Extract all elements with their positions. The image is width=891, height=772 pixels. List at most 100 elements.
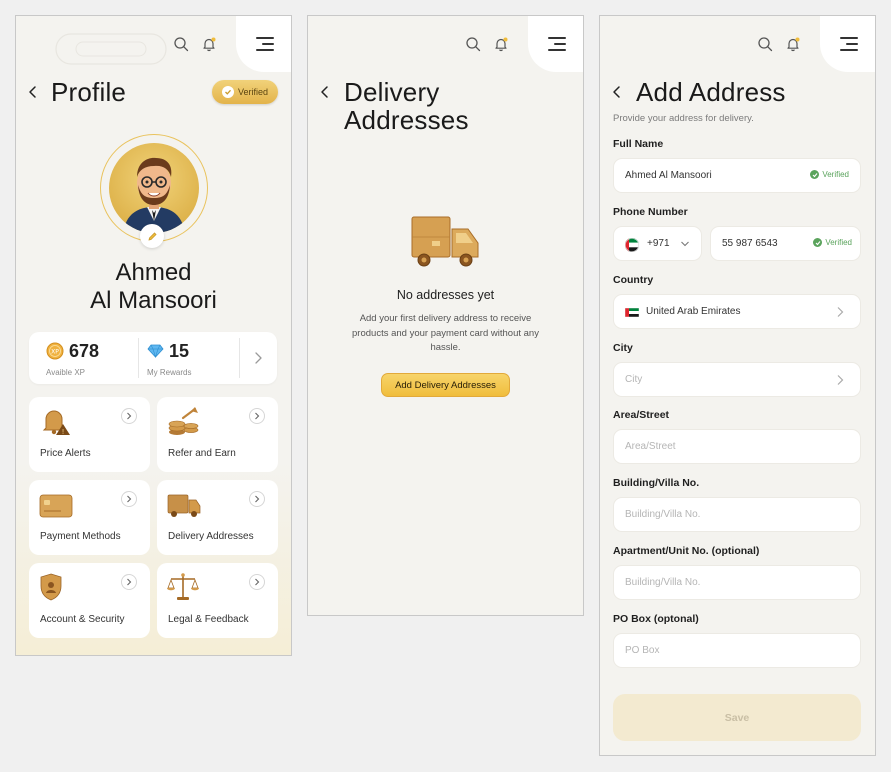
truck-icon [167,494,201,517]
country-code-select[interactable]: +971 [613,226,702,261]
xp-label: Avaible XP [46,368,85,377]
hamburger-menu-icon[interactable] [840,37,858,51]
menu-card-label: Delivery Addresses [168,531,254,542]
rewards-value: 15 [169,341,190,361]
verified-tag-label: Verified [822,170,849,179]
empty-state-title: No addresses yet [396,288,495,302]
card-icon [39,494,73,518]
menu-card-account-security[interactable]: Account & Security [29,563,150,638]
stats-divider [138,338,139,378]
coins-icon [168,407,199,435]
hamburger-menu-icon[interactable] [256,37,274,51]
chevron-down-icon [681,241,689,247]
page-title-line1: Delivery [344,77,440,107]
city-select[interactable]: City [613,362,861,397]
apartment-unit-input[interactable]: Building/Villa No. [613,565,861,600]
po-box-input[interactable]: PO Box [613,633,861,668]
chevron-right-icon [249,491,265,507]
country-code-value: +971 [647,238,670,249]
search-icon[interactable] [465,36,481,52]
back-arrow-icon[interactable] [318,85,332,99]
hamburger-menu-icon[interactable] [548,37,566,51]
check-icon [813,238,823,247]
bell-icon: ! [42,410,70,436]
menu-tab [820,16,875,72]
avatar [109,143,199,233]
full-name-value: Ahmed Al Mansoori [625,170,712,181]
menu-card-label: Legal & Feedback [168,614,249,625]
menu-card-delivery-addresses[interactable]: Delivery Addresses [157,480,278,555]
save-button[interactable]: Save [613,694,861,741]
city-placeholder: City [625,374,643,385]
diamond-icon [147,344,164,358]
rewards-label: My Rewards [147,368,192,377]
notification-bell-icon[interactable] [201,36,217,52]
menu-card-payment-methods[interactable]: Payment Methods [29,480,150,555]
user-first-name: Ahmed [115,259,192,286]
page-title-line2: Addresses [344,105,469,135]
area-street-label: Area/Street [613,409,670,421]
check-icon [810,170,820,179]
menu-card-price-alerts[interactable]: ! Price Alerts [29,397,150,472]
chevron-right-icon [837,375,844,385]
phone-number-value: 55 987 6543 [722,238,778,249]
area-street-input[interactable]: Area/Street [613,429,861,464]
back-arrow-icon[interactable] [26,85,40,99]
delivery-truck-icon [411,216,479,267]
menu-card-refer-earn[interactable]: Refer and Earn [157,397,278,472]
verified-label: Verified [237,87,269,97]
po-box-placeholder: PO Box [625,645,660,656]
shield-icon [40,573,62,601]
stats-divider [239,338,240,378]
country-select[interactable]: United Arab Emirates [613,294,861,329]
empty-state-description: Add your first delivery address to recei… [352,313,539,353]
stats-card: XP 678 Avaible XP 15 My Rewards [29,332,277,384]
country-value: United Arab Emirates [646,306,741,317]
area-street-placeholder: Area/Street [625,441,676,452]
chevron-right-icon [121,408,137,424]
building-villa-input[interactable]: Building/Villa No. [613,497,861,532]
svg-text:!: ! [62,428,65,436]
search-icon[interactable] [757,36,773,52]
menu-card-legal-feedback[interactable]: Legal & Feedback [157,563,278,638]
apartment-unit-placeholder: Building/Villa No. [625,577,701,588]
chevron-right-icon [121,574,137,590]
chevron-right-icon [249,408,265,424]
chevron-right-icon[interactable] [253,351,263,365]
page-title: Add Address [636,77,786,107]
menu-tab [236,16,291,72]
edit-avatar-button[interactable] [140,224,164,248]
verified-badge: Verified [212,80,278,104]
menu-card-label: Price Alerts [40,448,91,459]
chevron-right-icon [837,307,844,317]
add-delivery-address-button[interactable]: Add Delivery Addresses [381,373,510,397]
notification-bell-icon[interactable] [493,36,509,52]
full-name-label: Full Name [613,138,664,150]
notification-bell-icon[interactable] [785,36,801,52]
uae-flag-icon [625,308,639,317]
building-villa-label: Building/Villa No. [613,477,700,489]
verified-tag: Verified [813,238,852,247]
uae-flag-icon [625,238,639,252]
chevron-right-icon [121,491,137,507]
phone-number-label: Phone Number [613,206,688,218]
search-icon[interactable] [173,36,189,52]
country-label: Country [613,274,654,286]
xp-value: 678 [69,341,100,361]
building-villa-placeholder: Building/Villa No. [625,509,701,520]
user-last-name: Al Mansoori [90,287,217,314]
check-icon [221,86,234,98]
chevron-right-icon [249,574,265,590]
add-address-screen: Add Address Provide your address for del… [599,15,876,756]
back-arrow-icon[interactable] [610,85,624,99]
avatar-illustration [123,157,185,233]
page-title: Profile [51,77,127,107]
decorative-pattern [55,33,167,65]
po-box-label: PO Box (optonal) [613,613,699,625]
verified-tag: Verified [810,170,849,179]
svg-text:XP: XP [51,349,59,356]
xp-coin-icon: XP [46,342,64,360]
profile-screen: Profile Verified Ahmed Al Mansoori XP 67… [15,15,292,656]
phone-number-field[interactable]: 55 987 6543 Verified [710,226,861,261]
full-name-field[interactable]: Ahmed Al Mansoori Verified [613,158,861,193]
